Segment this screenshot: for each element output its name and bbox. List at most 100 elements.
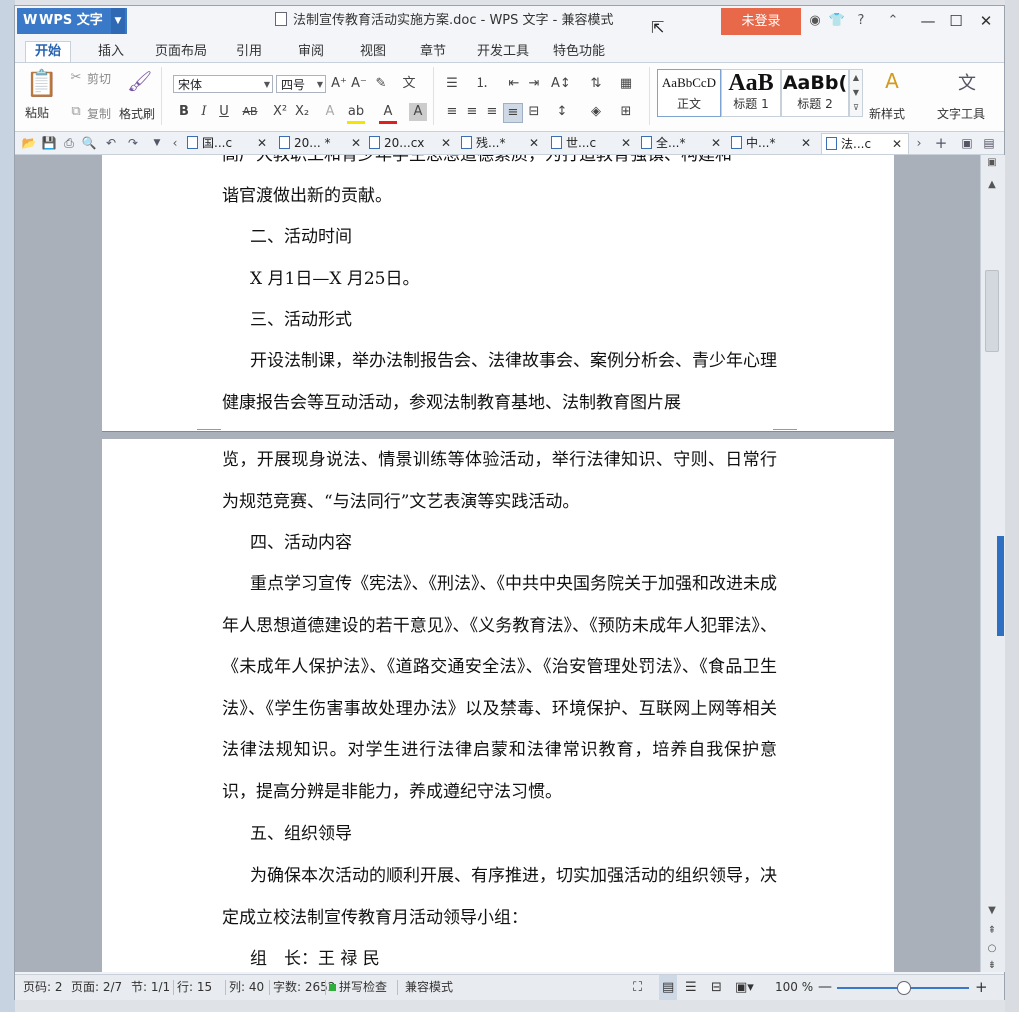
- italic-icon[interactable]: I: [195, 103, 213, 121]
- grow-font-icon[interactable]: A⁺: [330, 75, 348, 93]
- clear-format-icon[interactable]: ✎: [372, 75, 390, 93]
- phonetic-icon[interactable]: 文: [400, 75, 418, 93]
- highlight-icon[interactable]: ab: [347, 103, 365, 124]
- doc-tab[interactable]: 20...cx ✕: [369, 133, 451, 153]
- web-view-icon[interactable]: ⊟: [711, 975, 722, 1000]
- tabs-prev-icon[interactable]: ‹: [167, 135, 183, 151]
- tab-page-layout[interactable]: 页面布局: [151, 42, 211, 62]
- side-panel-handle[interactable]: [997, 536, 1004, 636]
- close-tab-icon[interactable]: ✕: [892, 134, 902, 154]
- help-icon[interactable]: ?: [851, 11, 871, 31]
- zoom-in-icon[interactable]: +: [975, 975, 988, 1000]
- shrink-font-icon[interactable]: A⁻: [350, 75, 368, 93]
- decrease-indent-icon[interactable]: ⇤: [505, 75, 523, 93]
- close-tab-icon[interactable]: ✕: [711, 133, 721, 153]
- font-color-icon[interactable]: A: [379, 103, 397, 124]
- minimize-icon[interactable]: —: [913, 9, 943, 33]
- document-canvas[interactable]: 高广大教职工和青少年学生思想道德素质，为打造教育强镇、构建和 谐官渡做出新的贡献…: [15, 155, 980, 972]
- tab-list-icon[interactable]: ▣: [959, 135, 975, 151]
- paste-icon[interactable]: 📋: [25, 69, 59, 99]
- text-tools-icon[interactable]: 文: [955, 69, 979, 95]
- maximize-icon[interactable]: ☐: [941, 9, 971, 33]
- cut-button[interactable]: 剪切: [87, 70, 111, 87]
- scroll-down-icon[interactable]: ▼: [984, 905, 1000, 916]
- collapse-ribbon-icon[interactable]: ⌃: [883, 11, 903, 31]
- tabs-next-icon[interactable]: ›: [911, 135, 927, 151]
- close-tab-icon[interactable]: ✕: [529, 133, 539, 153]
- doc-tab[interactable]: 国...c ✕: [187, 133, 269, 153]
- underline-icon[interactable]: U: [215, 103, 233, 121]
- numbering-icon[interactable]: ⒈: [473, 75, 491, 93]
- paste-button[interactable]: 粘贴: [25, 104, 49, 121]
- tab-view[interactable]: 视图: [353, 42, 393, 62]
- subscript-icon[interactable]: X₂: [293, 103, 311, 121]
- sort-icon[interactable]: ⇅: [587, 75, 605, 93]
- prev-page-icon[interactable]: ⇞: [984, 925, 1000, 936]
- bullets-icon[interactable]: ☰: [443, 75, 461, 93]
- table-icon[interactable]: ▦: [617, 75, 635, 93]
- skin-icon[interactable]: ◉: [805, 11, 825, 31]
- print-icon[interactable]: ⎙: [61, 135, 77, 151]
- doc-tab[interactable]: 残...* ✕: [461, 133, 541, 153]
- tab-developer[interactable]: 开发工具: [473, 42, 533, 62]
- tab-home[interactable]: 开始: [25, 41, 71, 62]
- zoom-level[interactable]: 100 %: [775, 975, 813, 1000]
- text-tools-button[interactable]: 文字工具: [937, 105, 985, 122]
- close-tab-icon[interactable]: ✕: [621, 133, 631, 153]
- bold-icon[interactable]: B: [175, 103, 193, 121]
- tab-section[interactable]: 章节: [413, 42, 453, 62]
- doc-tab[interactable]: 20... * ✕: [279, 133, 361, 153]
- open-icon[interactable]: 📂: [21, 135, 37, 151]
- doc-tab[interactable]: 中...* ✕: [731, 133, 813, 153]
- font-name-select[interactable]: 宋体 ▼: [173, 75, 273, 93]
- tab-options-icon[interactable]: ▤: [981, 135, 997, 151]
- line-spacing-icon[interactable]: ↕: [553, 103, 571, 121]
- cut-icon[interactable]: ✂: [67, 69, 85, 87]
- shirt-icon[interactable]: 👕: [827, 11, 847, 31]
- spell-check-button[interactable]: 拼写检查: [339, 975, 387, 1000]
- superscript-icon[interactable]: X²: [271, 103, 289, 121]
- zoom-slider-handle[interactable]: [897, 981, 911, 995]
- close-tab-icon[interactable]: ✕: [257, 133, 267, 153]
- undo-icon[interactable]: ↶: [103, 135, 119, 151]
- select-browse-object-icon[interactable]: ○: [984, 943, 1000, 954]
- char-shading-icon[interactable]: A: [409, 103, 427, 121]
- doc-tab-active[interactable]: 法...c ✕: [821, 133, 909, 154]
- copy-icon[interactable]: ⧉: [67, 103, 85, 121]
- char-scale-icon[interactable]: A↕: [551, 75, 571, 93]
- zoom-out-icon[interactable]: —: [818, 975, 832, 1000]
- redo-icon[interactable]: ↷: [125, 135, 141, 151]
- close-tab-icon[interactable]: ✕: [441, 133, 451, 153]
- doc-tab[interactable]: 全...* ✕: [641, 133, 723, 153]
- strikethrough-icon[interactable]: AB: [241, 103, 259, 121]
- tab-review[interactable]: 审阅: [291, 42, 331, 62]
- new-style-icon[interactable]: A: [877, 69, 907, 95]
- shading-icon[interactable]: ◈: [587, 103, 605, 121]
- align-center-icon[interactable]: ≡: [463, 103, 481, 121]
- new-style-button[interactable]: 新样式: [869, 105, 905, 122]
- full-screen-icon[interactable]: ⛶: [633, 975, 642, 1000]
- split-view-icon[interactable]: ▣: [984, 157, 1000, 168]
- reading-view-icon[interactable]: ▣▾: [735, 975, 754, 1000]
- align-left-icon[interactable]: ≡: [443, 103, 461, 121]
- tab-special-features[interactable]: 特色功能: [549, 42, 609, 62]
- format-painter-button[interactable]: 格式刷: [119, 105, 155, 122]
- copy-button[interactable]: 复制: [87, 105, 111, 122]
- text-effect-icon[interactable]: A: [321, 103, 339, 121]
- login-button[interactable]: 未登录: [721, 8, 801, 35]
- increase-indent-icon[interactable]: ⇥: [525, 75, 543, 93]
- styles-scroll-icon[interactable]: ▲ ▼ ⊽: [849, 69, 863, 117]
- scroll-thumb[interactable]: [985, 270, 999, 352]
- next-page-icon[interactable]: ⇟: [984, 960, 1000, 971]
- tab-references[interactable]: 引用: [229, 42, 269, 62]
- close-icon[interactable]: ✕: [971, 9, 1001, 33]
- justify-icon[interactable]: ≡: [503, 103, 523, 123]
- new-tab-icon[interactable]: +: [933, 135, 949, 151]
- tab-insert[interactable]: 插入: [89, 42, 133, 62]
- style-heading-1[interactable]: AaB 标题 1: [721, 69, 781, 117]
- save-icon[interactable]: 💾: [41, 135, 57, 151]
- status-page[interactable]: 页面: 2/7: [71, 975, 122, 1000]
- borders-icon[interactable]: ⊞: [617, 103, 635, 121]
- scroll-up-icon[interactable]: ▲: [984, 179, 1000, 190]
- align-right-icon[interactable]: ≡: [483, 103, 501, 121]
